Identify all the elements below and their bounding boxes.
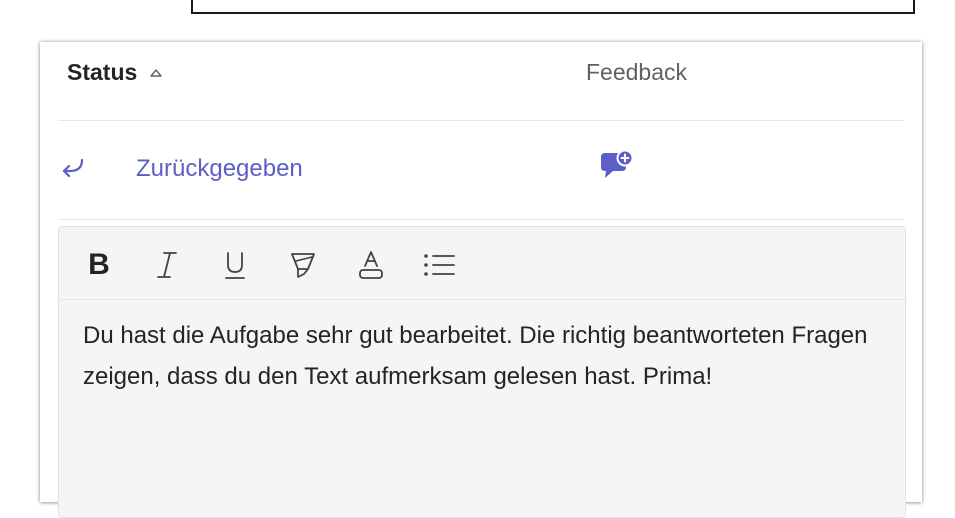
font-color-button[interactable] <box>351 245 391 285</box>
comment-add-icon[interactable] <box>598 149 636 183</box>
status-returned-label: Zurückgegeben <box>136 155 303 182</box>
text-input-box[interactable] <box>191 0 915 14</box>
bulleted-list-button[interactable] <box>419 245 459 285</box>
underline-icon <box>225 252 245 279</box>
highlight-icon <box>291 253 315 278</box>
underline-button[interactable] <box>215 245 255 285</box>
feedback-column-header: Feedback <box>586 59 688 85</box>
italic-button[interactable] <box>147 245 187 285</box>
feedback-panel: Status Feedback Zurückgegeben B Du hast … <box>40 42 922 518</box>
table-header: Status Feedback <box>40 42 922 104</box>
sort-ascending-icon[interactable] <box>149 66 163 80</box>
italic-icon <box>157 252 177 278</box>
font-color-icon <box>359 251 383 279</box>
return-arrow-icon <box>62 158 84 178</box>
table-row: Zurückgegeben <box>40 121 922 219</box>
highlight-button[interactable] <box>283 245 323 285</box>
status-column-header[interactable]: Status <box>67 59 163 86</box>
bulleted-list-icon <box>424 254 455 276</box>
status-header-label: Status <box>67 59 138 85</box>
feedback-text[interactable]: Du hast die Aufgabe sehr gut bearbeitet.… <box>83 315 873 397</box>
bold-button[interactable]: B <box>79 245 119 285</box>
formatting-toolbar: B <box>59 227 905 300</box>
row-divider <box>58 219 904 220</box>
feedback-editor[interactable]: B Du hast die Aufgabe sehr gut bearbeite… <box>58 226 906 518</box>
